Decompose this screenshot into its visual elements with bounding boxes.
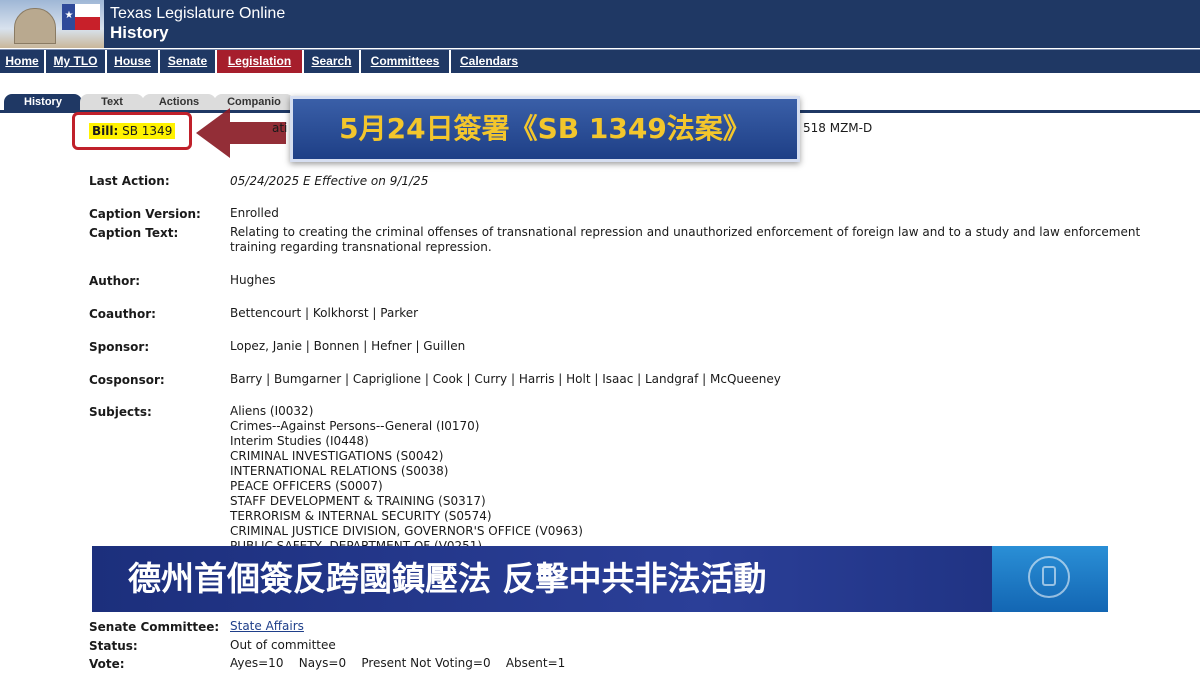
capitol-dome-icon	[14, 8, 56, 44]
coauthor-value: Bettencourt | Kolkhorst | Parker	[230, 306, 419, 320]
last-action-label: Last Action:	[89, 174, 170, 188]
list-item: Aliens (I0032)	[230, 404, 314, 418]
list-item: TERRORISM & INTERNAL SECURITY (S0574)	[230, 509, 492, 523]
caption-text-label: Caption Text:	[89, 226, 179, 240]
subjects-list: Aliens (I0032) Crimes--Against Persons--…	[230, 404, 583, 554]
bill-label: Bill:	[92, 124, 119, 138]
news-caption-banner: 德州首個簽反跨國鎮壓法 反擊中共非法活動	[92, 546, 1108, 612]
nav-committees[interactable]: Committees	[361, 50, 451, 73]
site-header: ★ Texas Legislature Online History	[0, 0, 1200, 48]
caption-version-label: Caption Version:	[89, 207, 201, 221]
list-item: Crimes--Against Persons--General (I0170)	[230, 419, 480, 433]
list-item: INTERNATIONAL RELATIONS (S0038)	[230, 464, 449, 478]
last-action-value: 05/24/2025 E Effective on 9/1/25	[230, 174, 429, 188]
nav-home[interactable]: Home	[0, 50, 46, 73]
list-item: Interim Studies (I0448)	[230, 434, 369, 448]
capitol-logo[interactable]: ★	[0, 0, 104, 48]
coauthor-label: Coauthor:	[89, 307, 156, 321]
bill-lrb-number: 518 MZM-D	[803, 121, 873, 135]
nav-house[interactable]: House	[107, 50, 160, 73]
nav-senate[interactable]: Senate	[160, 50, 217, 73]
status-label: Status:	[89, 639, 138, 653]
news-caption-text: 德州首個簽反跨國鎮壓法 反擊中共非法活動	[128, 559, 767, 598]
channel-logo-icon	[992, 546, 1108, 612]
nav-calendars[interactable]: Calendars	[451, 50, 527, 73]
site-name: Texas Legislature Online	[110, 5, 286, 22]
sponsor-value: Lopez, Janie | Bonnen | Hefner | Guillen	[230, 339, 466, 353]
nav-search[interactable]: Search	[304, 50, 361, 73]
bill-number: Bill: SB 1349	[89, 123, 176, 139]
tab-text[interactable]: Text	[80, 94, 144, 110]
cosponsor-value: Barry | Bumgarner | Capriglione | Cook |…	[230, 372, 781, 386]
cosponsor-label: Cosponsor:	[89, 373, 165, 387]
texas-flag-icon: ★	[62, 4, 100, 30]
list-item: PEACE OFFICERS (S0007)	[230, 479, 383, 493]
status-value: Out of committee	[230, 638, 336, 652]
caption-version-value: Enrolled	[230, 206, 279, 220]
nav-my-tlo[interactable]: My TLO	[46, 50, 107, 73]
list-item: STAFF DEVELOPMENT & TRAINING (S0317)	[230, 494, 486, 508]
caption-text-value: Relating to creating the criminal offens…	[230, 225, 1141, 254]
overlay-banner: 5月24日簽署《SB 1349法案》	[290, 96, 800, 162]
subjects-label: Subjects:	[89, 405, 152, 419]
bill-number-value: SB 1349	[122, 124, 173, 138]
page-title: History	[110, 23, 169, 42]
tab-history[interactable]: History	[4, 94, 82, 110]
sponsor-label: Sponsor:	[89, 340, 150, 354]
nav-legislation[interactable]: Legislation	[217, 50, 304, 73]
author-value: Hughes	[230, 273, 276, 287]
vote-value: Ayes=10 Nays=0 Present Not Voting=0 Abse…	[230, 656, 566, 670]
author-label: Author:	[89, 274, 141, 288]
senate-committee-label: Senate Committee:	[89, 620, 220, 634]
overlay-text: 5月24日簽署《SB 1349法案》	[339, 112, 751, 145]
bill-highlight-box: Bill: SB 1349	[72, 112, 192, 150]
list-item: CRIMINAL JUSTICE DIVISION, GOVERNOR'S OF…	[230, 524, 583, 538]
bill-caption-partial: ati	[272, 121, 288, 135]
vote-label: Vote:	[89, 657, 125, 671]
senate-committee-link[interactable]: State Affairs	[230, 619, 304, 633]
list-item: CRIMINAL INVESTIGATIONS (S0042)	[230, 449, 444, 463]
main-nav: Home My TLO House Senate Legislation Sea…	[0, 49, 1200, 73]
